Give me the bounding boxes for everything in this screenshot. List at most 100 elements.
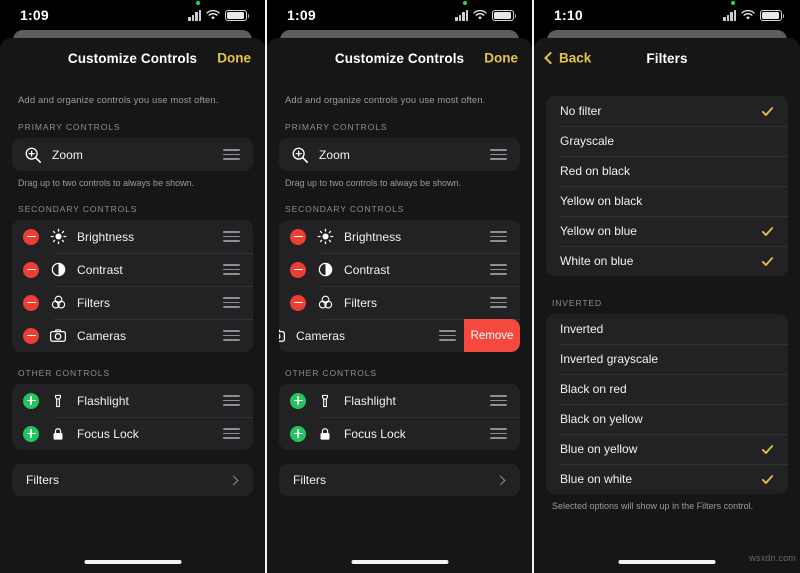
- filter-option-no-filter[interactable]: No filter: [546, 96, 788, 126]
- watermark: wsxdn.com: [749, 553, 796, 563]
- drag-handle-icon[interactable]: [490, 296, 507, 309]
- control-label: Focus Lock: [77, 426, 139, 441]
- done-button[interactable]: Done: [484, 51, 518, 66]
- back-button[interactable]: Back: [544, 51, 591, 66]
- filter-option-blue-on-yellow[interactable]: Blue on yellow: [546, 434, 788, 464]
- camera-icon: [279, 326, 287, 346]
- control-row-focus-lock[interactable]: Focus Lock: [279, 417, 520, 450]
- add-badge-icon[interactable]: [23, 392, 39, 409]
- remove-badge-icon[interactable]: [23, 294, 39, 311]
- filter-option-white-on-blue[interactable]: White on blue: [546, 246, 788, 276]
- drag-handle-icon[interactable]: [223, 296, 240, 309]
- control-row-zoom[interactable]: Zoom: [12, 138, 253, 171]
- wifi-icon: [741, 9, 755, 21]
- control-row-cameras[interactable]: Cameras: [12, 319, 253, 352]
- remove-badge-icon[interactable]: [290, 294, 306, 311]
- remove-badge-icon[interactable]: [23, 228, 39, 245]
- status-indicators: [188, 0, 249, 21]
- filter-option-yellow-on-black[interactable]: Yellow on black: [546, 186, 788, 216]
- remove-badge-icon[interactable]: [290, 228, 306, 245]
- filter-option-black-on-yellow[interactable]: Black on yellow: [546, 404, 788, 434]
- phone-screen-1: 1:09 Customize Controls Done Add and org…: [0, 0, 265, 573]
- zoom-in-icon: [290, 145, 310, 165]
- filter-option-blue-on-white[interactable]: Blue on white: [546, 464, 788, 494]
- screenshot-stage: 1:09 Customize Controls Done Add and org…: [0, 0, 800, 573]
- add-badge-icon[interactable]: [290, 392, 306, 409]
- control-row-contrast[interactable]: Contrast: [279, 253, 520, 286]
- control-row-focus-lock[interactable]: Focus Lock: [12, 417, 253, 450]
- control-row-cameras-swiped[interactable]: Cameras Remove: [279, 319, 520, 352]
- status-bar: 1:09: [0, 0, 265, 30]
- filter-option-label: White on blue: [560, 254, 634, 268]
- control-row-brightness[interactable]: Brightness: [279, 220, 520, 253]
- filter-option-yellow-on-blue[interactable]: Yellow on blue: [546, 216, 788, 246]
- other-controls-group: Flashlight Focus Lock: [12, 384, 253, 450]
- add-badge-icon[interactable]: [290, 425, 306, 442]
- sheet-subtitle: Add and organize controls you use most o…: [285, 95, 486, 106]
- filters-link-row[interactable]: Filters: [12, 464, 253, 496]
- wifi-icon: [206, 9, 220, 21]
- drag-handle-icon[interactable]: [439, 329, 456, 342]
- section-header-other: OTHER CONTROLS: [285, 368, 377, 378]
- control-row-flashlight[interactable]: Flashlight: [12, 384, 253, 417]
- control-label: Cameras: [77, 328, 127, 343]
- status-time: 1:09: [20, 7, 49, 23]
- filter-option-label: Grayscale: [560, 134, 615, 148]
- drag-handle-icon[interactable]: [490, 148, 507, 161]
- control-row-contrast[interactable]: Contrast: [12, 253, 253, 286]
- sheet-subtitle: Add and organize controls you use most o…: [18, 95, 219, 106]
- section-header-primary: PRIMARY CONTROLS: [285, 122, 388, 132]
- control-row-filters[interactable]: Filters: [279, 286, 520, 319]
- drag-handle-icon[interactable]: [223, 148, 240, 161]
- section-header-inverted: INVERTED: [552, 298, 603, 308]
- remove-badge-icon[interactable]: [23, 327, 39, 344]
- add-badge-icon[interactable]: [23, 425, 39, 442]
- control-row-filters[interactable]: Filters: [12, 286, 253, 319]
- drag-handle-icon[interactable]: [223, 394, 240, 407]
- control-label: Contrast: [77, 262, 123, 277]
- drag-handle-icon[interactable]: [223, 263, 240, 276]
- filter-option-inverted-grayscale[interactable]: Inverted grayscale: [546, 344, 788, 374]
- remove-badge-icon[interactable]: [23, 261, 39, 278]
- checkmark-icon: [761, 105, 774, 118]
- filter-option-inverted[interactable]: Inverted: [546, 314, 788, 344]
- filters-group-inverted: Inverted Inverted grayscale Black on red…: [546, 314, 788, 494]
- primary-controls-group: Zoom: [12, 138, 253, 171]
- secondary-controls-group: Brightness Contrast Filters: [12, 220, 253, 352]
- filter-option-black-on-red[interactable]: Black on red: [546, 374, 788, 404]
- status-time: 1:09: [287, 7, 316, 23]
- filter-option-grayscale[interactable]: Grayscale: [546, 126, 788, 156]
- chevron-left-icon: [544, 51, 557, 65]
- drag-handle-icon[interactable]: [490, 394, 507, 407]
- control-row-flashlight[interactable]: Flashlight: [279, 384, 520, 417]
- remove-badge-icon[interactable]: [290, 261, 306, 278]
- drag-handle-icon[interactable]: [490, 230, 507, 243]
- drag-handle-icon[interactable]: [223, 427, 240, 440]
- brightness-icon: [48, 227, 68, 247]
- secondary-controls-group: Brightness Contrast Filters: [279, 220, 520, 352]
- other-controls-group: Flashlight Focus Lock: [279, 384, 520, 450]
- section-header-secondary: SECONDARY CONTROLS: [18, 204, 138, 214]
- filter-option-label: Blue on yellow: [560, 442, 638, 456]
- recording-indicator-icon: [463, 0, 467, 5]
- filter-option-label: Red on black: [560, 164, 631, 178]
- control-label: Cameras: [296, 328, 346, 343]
- control-label: Contrast: [344, 262, 390, 277]
- remove-button[interactable]: Remove: [464, 319, 520, 352]
- drag-handle-icon[interactable]: [223, 329, 240, 342]
- done-button[interactable]: Done: [217, 51, 251, 66]
- drag-handle-icon[interactable]: [490, 263, 507, 276]
- drag-handle-icon[interactable]: [223, 230, 240, 243]
- control-row-brightness[interactable]: Brightness: [12, 220, 253, 253]
- section-header-other: OTHER CONTROLS: [18, 368, 110, 378]
- drag-handle-icon[interactable]: [490, 427, 507, 440]
- control-row-zoom[interactable]: Zoom: [279, 138, 520, 171]
- filters-group-standard: No filter Grayscale Red on black Yellow …: [546, 96, 788, 276]
- primary-controls-footnote: Drag up to two controls to always be sho…: [285, 178, 462, 188]
- status-indicators: [723, 0, 784, 21]
- customize-controls-sheet: Customize Controls Done Add and organize…: [267, 38, 532, 573]
- status-time: 1:10: [554, 7, 583, 23]
- filter-option-red-on-black[interactable]: Red on black: [546, 156, 788, 186]
- filters-link-row[interactable]: Filters: [279, 464, 520, 496]
